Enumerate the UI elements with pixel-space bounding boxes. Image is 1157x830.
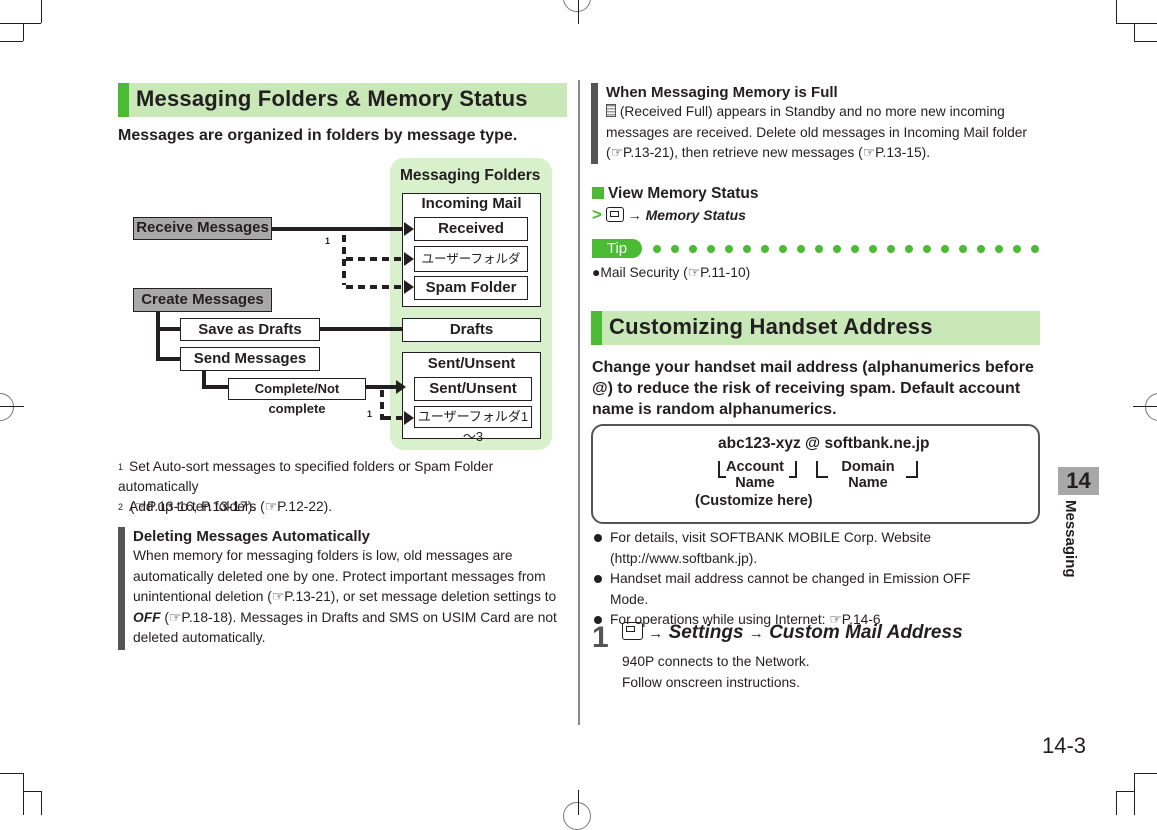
list-item: For details, visit SOFTBANK MOBILE Corp.… [592,528,1012,569]
connector-user-folder [346,257,402,261]
tip-dot [689,245,697,253]
tip-dot [779,245,787,253]
section-header-messaging-folders: Messaging Folders & Memory Status [118,83,567,117]
tip-dot [905,245,913,253]
square-bullet-icon [592,187,604,199]
tip-dot [959,245,967,253]
tip-dot [923,245,931,253]
footnote-2: 2 Add up to ten folders (☞P.12-22). [118,499,333,514]
folder-drafts: Drafts [402,318,541,342]
address-example: abc123-xyz @ softbank.ne.jp [718,435,930,452]
mail-key-icon [605,207,624,222]
tip-item: ●Mail Security (☞P.11-10) [592,265,751,280]
complete-not-complete-box: Complete/Not complete [228,378,366,416]
step-instruction: → Settings → Custom Mail Address [622,622,963,644]
tip-dot [761,245,769,253]
domain-name-label: Domain Name [841,459,895,491]
arrow-user-folder [404,252,414,266]
tip-dot [941,245,949,253]
section-lead: Change your handset mail address (alphan… [592,359,1034,418]
view-memory-heading: View Memory Status [592,185,758,203]
tip-dot [815,245,823,253]
folder-received: Received [414,217,528,241]
section-title: Customizing Handset Address [609,314,933,339]
customize-here-label: (Customize here) [695,493,813,509]
save-as-drafts-box: Save as Drafts [180,318,320,341]
tip-label: Tip [592,239,642,258]
tip-dot [995,245,1003,253]
note-deleting-automatically: Deleting Messages Automatically When mem… [118,527,565,650]
step-number: 1 [592,621,609,654]
arrow-sent [396,380,406,394]
folder-sent-unsent: Sent/Unsent [414,377,532,401]
chapter-name: Messaging [1062,500,1079,578]
tip-dots [653,245,1043,253]
receive-messages-box: Receive Messages [133,217,272,240]
tip-dot [707,245,715,253]
note-title: When Messaging Memory is Full [606,84,838,101]
connector-receive [272,227,402,231]
folder-spam: Spam Folder [414,276,528,300]
chapter-tab: 14 [1058,467,1099,495]
sent-unsent-group-label: Sent/Unsent [427,355,516,372]
connector-create [156,311,160,361]
incoming-mail-label: Incoming Mail [421,195,522,212]
column-divider [578,80,580,725]
tip-dot [725,245,733,253]
note-memory-full: When Messaging Memory is Full (Received … [591,83,1041,164]
tip-dot [1013,245,1021,253]
tip-dot [797,245,805,253]
mail-key-icon [622,622,643,640]
tip-dot [977,245,985,253]
create-messages-box: Create Messages [133,288,272,312]
section-header-customizing-address: Customizing Handset Address [591,311,1040,345]
tip-dot [869,245,877,253]
tip-dot [743,245,751,253]
connector-spam [346,285,402,289]
connector-sent [365,385,397,389]
note-body: When memory for messaging folders is low… [133,548,557,645]
chapter-number: 14 [1066,468,1091,493]
folder-user-sent: ユーザーフォルダ1～3 [414,406,532,444]
notes-list: For details, visit SOFTBANK MOBILE Corp.… [592,528,1012,631]
tip-dot [1031,245,1039,253]
list-item: Handset mail address cannot be changed i… [592,569,1012,610]
tip-dot [833,245,841,253]
tip-dot [851,245,859,253]
connector-drafts [319,327,403,331]
folder-user-incoming: ユーザーフォルダ 1-32 [414,246,528,293]
step-description: 940P connects to the Network. Follow ons… [622,654,810,690]
arrow-spam [404,280,414,294]
tip-dot [671,245,679,253]
send-messages-box: Send Messages [180,347,320,371]
step-chevron-icon: > [592,205,602,224]
page-number: 14-3 [1042,733,1087,758]
tip-dot [653,245,661,253]
arrow-user-sent [404,411,414,425]
section-title: Messaging Folders & Memory Status [136,86,528,111]
arrow-received [404,222,414,236]
received-full-icon [606,104,616,117]
note-title: Deleting Messages Automatically [133,528,371,545]
note-body: (Received Full) appears in Standby and n… [606,104,1028,160]
domain-bracket-right [906,461,918,478]
account-name-label: Account Name [726,459,784,491]
panel-title: Messaging Folders [400,167,541,184]
footnote-mark: 1 [325,236,331,246]
section-lead: Messages are organized in folders by mes… [118,127,518,144]
account-bracket-right [789,461,797,478]
address-example-box: abc123-xyz @ softbank.ne.jp Account Name… [591,424,1040,524]
tip-dot [887,245,895,253]
view-memory-steps: > → Memory Status [592,205,746,224]
